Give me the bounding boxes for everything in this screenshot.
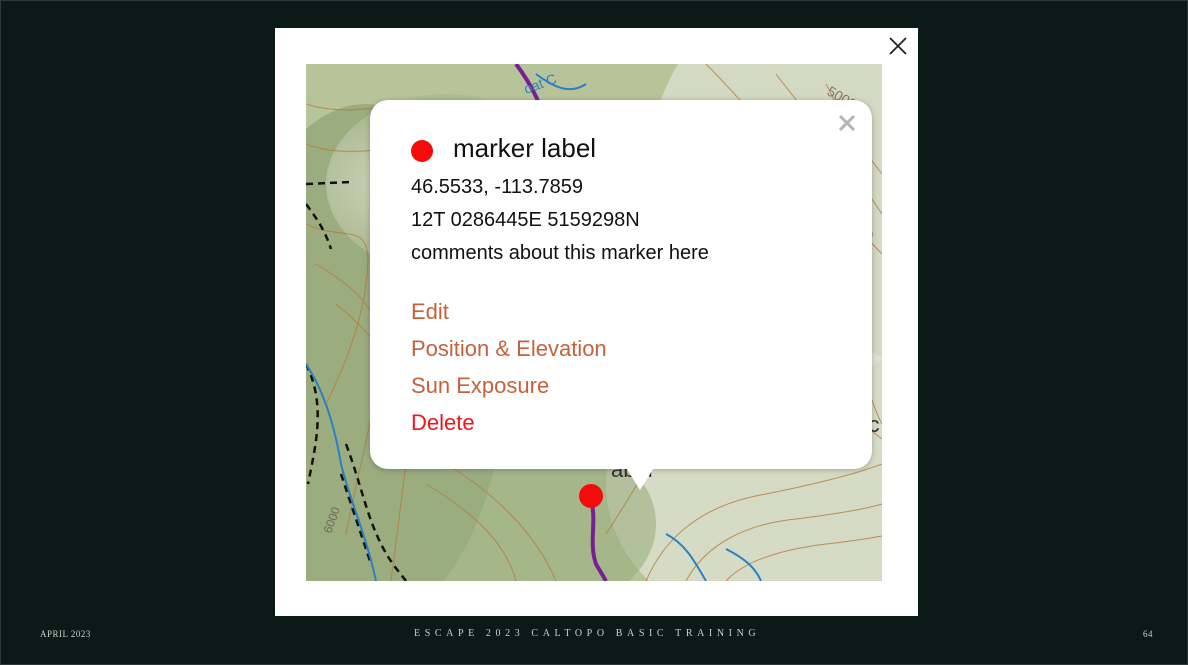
footer-date: APRIL 2023 (40, 629, 91, 639)
marker-dot-icon (411, 139, 433, 162)
edit-link[interactable]: Edit (411, 299, 449, 325)
footer-title: ESCAPE 2023 CALTOPO BASIC TRAINING (414, 628, 761, 639)
marker-label: marker label (453, 133, 597, 163)
topo-map[interactable]: 5000 6000 6000 er amc abel oat C marker … (306, 64, 882, 581)
popup-pointer (625, 466, 655, 490)
marker-utm: 12T 0286445E 5159298N (411, 209, 640, 231)
lightbox-close-icon[interactable] (886, 34, 910, 58)
slide: 5000 6000 6000 er amc abel oat C marker … (0, 0, 1188, 665)
marker-comments: comments about this marker here (411, 242, 709, 264)
marker-latlon: 46.5533, -113.7859 (411, 176, 584, 198)
popup-title-row: marker label (411, 133, 596, 164)
delete-link[interactable]: Delete (411, 410, 475, 436)
footer-page-number: 64 (1143, 629, 1153, 639)
image-lightbox: 5000 6000 6000 er amc abel oat C marker … (275, 28, 918, 616)
sun-exposure-link[interactable]: Sun Exposure (411, 373, 549, 399)
marker-popup: marker label 46.5533, -113.7859 12T 0286… (370, 100, 872, 490)
position-elevation-link[interactable]: Position & Elevation (411, 336, 607, 362)
popup-close-icon[interactable] (836, 112, 858, 134)
